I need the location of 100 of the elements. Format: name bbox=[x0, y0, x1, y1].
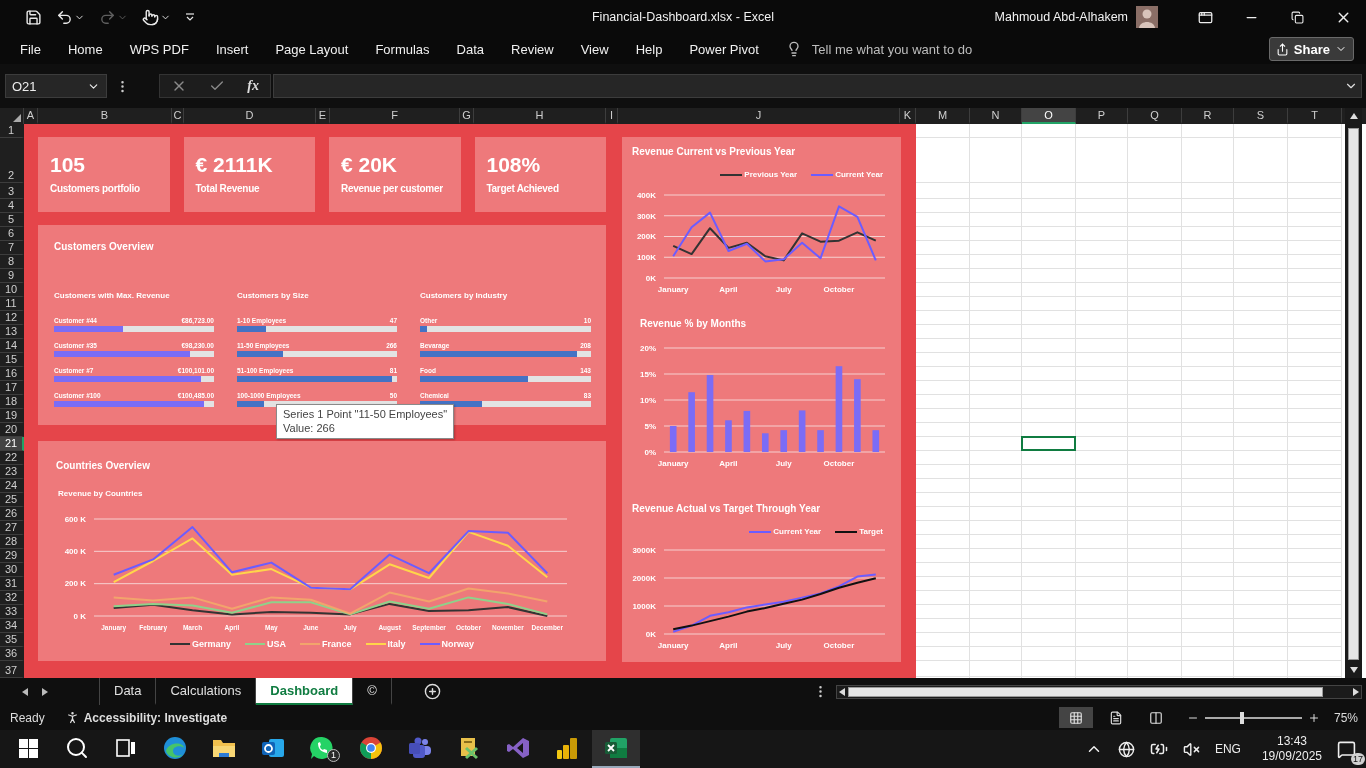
bar-chart-icon bbox=[556, 736, 578, 760]
name-box[interactable]: O21 bbox=[5, 74, 107, 98]
select-all-icon[interactable] bbox=[13, 114, 21, 122]
row-header[interactable]: 4 bbox=[0, 199, 24, 213]
row-header[interactable]: 12 bbox=[0, 311, 24, 325]
chart-title: Revenue Actual vs Target Through Year bbox=[632, 502, 822, 516]
row-header[interactable]: 26 bbox=[0, 507, 24, 521]
scroll-right-icon[interactable] bbox=[1353, 687, 1359, 696]
kpi-value: 108% bbox=[486, 153, 542, 177]
row-header[interactable]: 29 bbox=[0, 549, 24, 563]
row-header[interactable]: 35 bbox=[0, 633, 24, 647]
browser-icon bbox=[163, 736, 187, 760]
menu-tab[interactable]: Review bbox=[511, 41, 554, 57]
row-header[interactable]: 13 bbox=[0, 325, 24, 339]
globe-icon[interactable] bbox=[1117, 740, 1135, 758]
row-header[interactable]: 7 bbox=[0, 241, 24, 255]
menu-tab[interactable]: WPS PDF bbox=[129, 41, 189, 57]
row-header[interactable]: 32 bbox=[0, 591, 24, 605]
menu-tab[interactable]: Page Layout bbox=[275, 41, 349, 57]
row-header[interactable]: 27 bbox=[0, 521, 24, 535]
window-title: Financial-Dashboard.xlsx - Excel bbox=[592, 10, 774, 24]
row-header[interactable]: 1 bbox=[0, 124, 24, 138]
badge: 17 bbox=[1351, 752, 1365, 765]
menu-tab[interactable]: Home bbox=[67, 41, 103, 57]
restore-icon[interactable] bbox=[1290, 10, 1304, 24]
axis-label: 300K bbox=[636, 211, 656, 221]
scroll-thumb[interactable] bbox=[848, 686, 1323, 697]
row-header[interactable]: 21 bbox=[0, 437, 24, 451]
row-header[interactable]: 24 bbox=[0, 479, 24, 493]
menu-tab[interactable]: View bbox=[580, 41, 609, 57]
taskbar-button[interactable]: 1 bbox=[298, 730, 346, 768]
row-header[interactable]: 22 bbox=[0, 451, 24, 465]
selected-cell[interactable] bbox=[1021, 436, 1076, 451]
row-header[interactable]: 16 bbox=[0, 367, 24, 381]
kpi-value: € 2111K bbox=[195, 153, 274, 177]
axis-label: October bbox=[823, 641, 855, 650]
scroll-down-icon[interactable] bbox=[1349, 667, 1358, 673]
menu-tab[interactable]: Power Pivot bbox=[689, 41, 759, 57]
tell-me-field[interactable]: Tell me what you want to do bbox=[811, 41, 982, 57]
customize-icon[interactable] bbox=[185, 12, 195, 22]
legend-label: Norway bbox=[441, 638, 475, 650]
previous-sheet-icon[interactable] bbox=[22, 687, 28, 696]
row-header[interactable]: 19 bbox=[0, 409, 24, 423]
zoom-level[interactable]: 75% bbox=[1333, 710, 1358, 725]
mute-icon[interactable] bbox=[1182, 740, 1200, 758]
scroll-up-icon[interactable] bbox=[1349, 113, 1358, 119]
row-header[interactable]: 33 bbox=[0, 605, 24, 619]
row-header[interactable]: 23 bbox=[0, 465, 24, 479]
share-button[interactable]: Share bbox=[1268, 37, 1354, 61]
column-header[interactable]: O bbox=[1022, 108, 1076, 124]
menu-tab[interactable]: Formulas bbox=[375, 41, 430, 57]
row-header[interactable]: 6 bbox=[0, 227, 24, 241]
row-header[interactable]: 30 bbox=[0, 563, 24, 577]
row-header[interactable]: 14 bbox=[0, 339, 24, 353]
sheet-tab[interactable]: Dashboard bbox=[256, 678, 354, 705]
row-header[interactable]: 15 bbox=[0, 353, 24, 367]
accessibility-status[interactable]: Accessibility: Investigate bbox=[83, 710, 228, 725]
axis-label: 200 K bbox=[64, 579, 86, 589]
row-header[interactable]: 31 bbox=[0, 577, 24, 591]
axis-label: 2000K bbox=[632, 573, 656, 583]
row-header[interactable]: 10 bbox=[0, 283, 24, 297]
next-sheet-icon[interactable] bbox=[42, 687, 48, 696]
row-header[interactable]: 11 bbox=[0, 297, 24, 311]
axis-label: 15% bbox=[640, 369, 656, 379]
zoom-in-icon[interactable] bbox=[1307, 711, 1320, 724]
clock-time[interactable]: 13:43 bbox=[1276, 734, 1307, 749]
row-header[interactable]: 8 bbox=[0, 255, 24, 269]
slider-thumb[interactable] bbox=[1239, 711, 1244, 724]
menu-tab[interactable]: File bbox=[20, 41, 41, 57]
scroll-left-icon[interactable] bbox=[839, 687, 845, 696]
mail-icon bbox=[261, 736, 285, 760]
row-header[interactable]: 28 bbox=[0, 535, 24, 549]
scroll-thumb[interactable] bbox=[1348, 128, 1359, 660]
avatar[interactable] bbox=[1136, 6, 1158, 28]
insert-function-button[interactable]: fx bbox=[247, 78, 259, 94]
formula-field[interactable] bbox=[273, 74, 1362, 98]
row-header[interactable]: 25 bbox=[0, 493, 24, 507]
row-header[interactable]: 36 bbox=[0, 647, 24, 661]
menu-tab[interactable]: Data bbox=[456, 41, 485, 57]
language-indicator[interactable]: ENG bbox=[1214, 742, 1241, 756]
touch-icon[interactable] bbox=[142, 8, 159, 26]
taskbar-button[interactable] bbox=[592, 730, 640, 768]
chart-title: Revenue Current vs Previous Year bbox=[632, 145, 797, 159]
undo-icon[interactable] bbox=[56, 8, 73, 26]
menu-tab[interactable]: Insert bbox=[215, 41, 249, 57]
view-button[interactable] bbox=[1058, 707, 1093, 728]
row-header[interactable]: 34 bbox=[0, 619, 24, 633]
clock-date[interactable]: 19/09/2025 bbox=[1261, 749, 1322, 764]
row-header[interactable]: 9 bbox=[0, 269, 24, 283]
chat-icon bbox=[310, 736, 334, 760]
ribbon-display-icon[interactable] bbox=[1197, 9, 1213, 25]
row-header[interactable]: 20 bbox=[0, 423, 24, 437]
row-header[interactable]: 5 bbox=[0, 213, 24, 227]
save-icon[interactable] bbox=[25, 8, 42, 26]
folder-icon bbox=[212, 737, 236, 759]
add-sheet-icon[interactable] bbox=[423, 683, 441, 700]
row-header[interactable]: 17 bbox=[0, 381, 24, 395]
row-header[interactable]: 18 bbox=[0, 395, 24, 409]
menu-tab[interactable]: Help bbox=[635, 41, 663, 57]
horizontal-scrollbar[interactable] bbox=[836, 684, 1362, 699]
